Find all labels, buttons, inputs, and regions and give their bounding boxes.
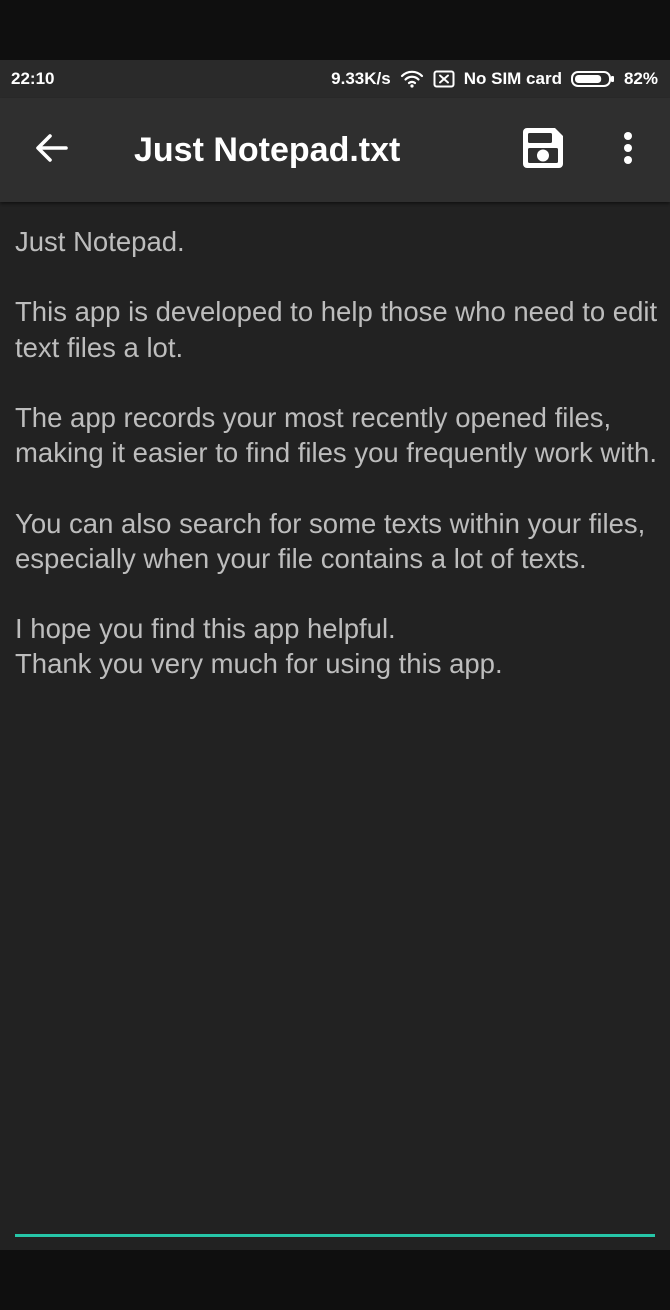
bottom-bezel — [0, 1250, 670, 1310]
battery-icon — [570, 70, 615, 88]
status-bar: 22:10 9.33K/s No SIM card 82% — [0, 60, 670, 98]
status-indicators: 9.33K/s No SIM card 82% — [331, 69, 658, 89]
wifi-icon — [400, 70, 424, 88]
more-options-button[interactable] — [604, 124, 652, 176]
editor-underline — [15, 1234, 655, 1237]
app-title: Just Notepad.txt — [134, 131, 401, 169]
status-time: 22:10 — [11, 69, 55, 88]
save-button[interactable] — [515, 122, 571, 178]
save-icon — [519, 124, 567, 177]
no-sim-icon — [433, 70, 455, 88]
more-vert-icon — [622, 131, 634, 170]
top-bezel — [0, 0, 670, 60]
back-button[interactable] — [22, 126, 82, 174]
battery-percent: 82% — [623, 69, 658, 88]
network-speed: 9.33K/s — [331, 69, 391, 88]
editor-content[interactable]: Just Notepad. This app is developed to h… — [15, 224, 663, 682]
app-bar: Just Notepad.txt — [0, 98, 670, 202]
back-arrow-icon — [35, 133, 69, 168]
text-editor[interactable]: Just Notepad. This app is developed to h… — [0, 202, 670, 1250]
sim-status: No SIM card — [463, 69, 562, 88]
screen: 22:10 9.33K/s No SIM card 82% Just Notep… — [0, 0, 670, 1310]
